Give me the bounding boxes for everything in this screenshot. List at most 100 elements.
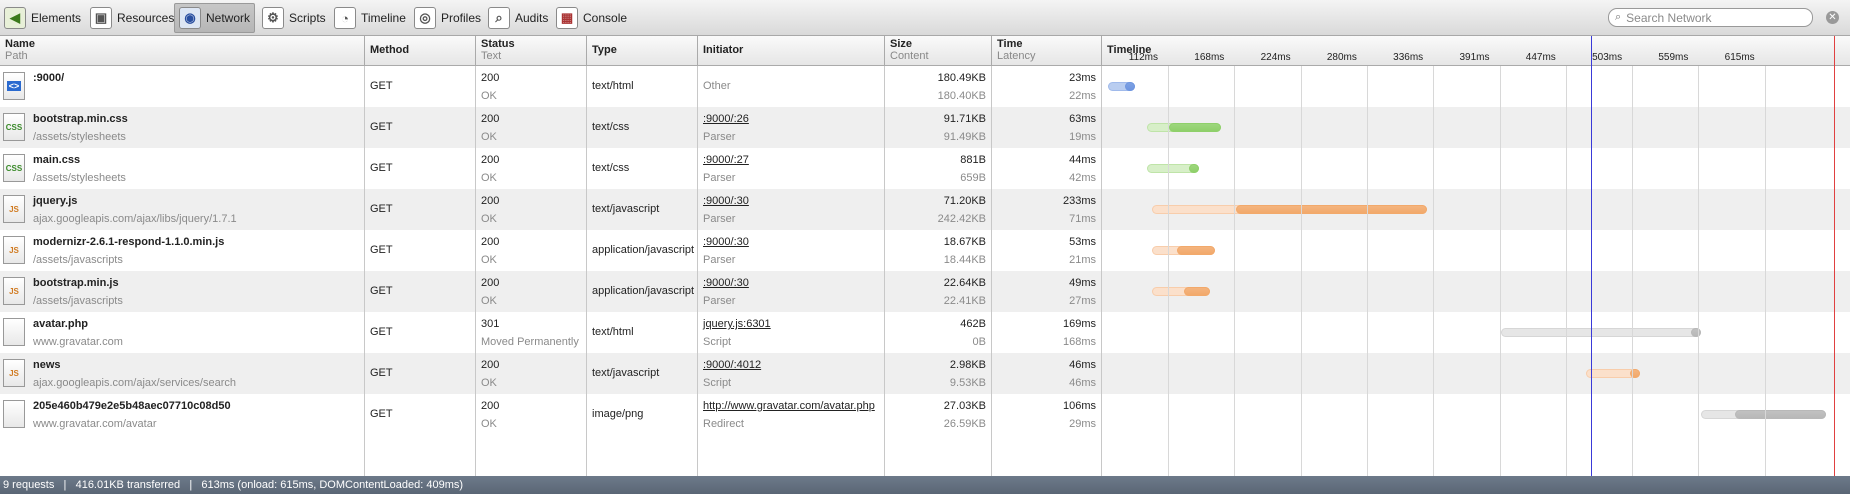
method-cell: GET — [365, 353, 476, 394]
table-row[interactable]: JS modernizr-2.6.1-respond-1.1.0.min.js/a… — [0, 230, 1850, 271]
total-time: 233ms — [1062, 195, 1096, 207]
status-code: 200 — [481, 359, 500, 371]
initiator-link[interactable]: jquery.js:6301 — [703, 317, 884, 331]
content-size: 659B — [960, 172, 986, 184]
tab-elements[interactable]: ◀ Elements — [0, 3, 85, 33]
status-text: OK — [481, 172, 497, 184]
table-row[interactable]: <>:9000/GET 200 OK text/html Other 180.49KB 18… — [0, 66, 1850, 107]
content-size: 26.59KB — [943, 418, 986, 430]
timeline-bar[interactable] — [1152, 287, 1210, 296]
method-cell: GET — [365, 107, 476, 148]
resource-path: /assets/stylesheets — [33, 131, 126, 143]
table-row[interactable]: JS jquery.js ajax.googleapis.com/ajax/libs… — [0, 189, 1850, 230]
initiator-link[interactable]: http://www.gravatar.com/avatar.php — [703, 399, 884, 413]
column-header-type[interactable]: Type — [587, 36, 698, 65]
timeline-tick-label: 559ms — [1658, 52, 1689, 63]
grid-header: Name Path Method Status Text Type Initia… — [0, 36, 1850, 66]
table-row[interactable]: CSS bootstrap.min.css/assets/stylesheets G… — [0, 107, 1850, 148]
column-divider — [991, 435, 992, 476]
initiator-type: Parser — [703, 131, 736, 143]
column-divider — [364, 435, 365, 476]
timeline-bar[interactable] — [1108, 82, 1135, 91]
method-value: GET — [370, 80, 393, 92]
timeline-bar[interactable] — [1152, 205, 1427, 214]
tab-label: Scripts — [289, 11, 326, 25]
tab-profiles[interactable]: ◎ Profiles — [410, 3, 485, 33]
initiator-link[interactable]: :9000/:4012 — [703, 358, 884, 372]
tab-network[interactable]: ◉ Network — [174, 3, 256, 33]
mime-type: application/javascript — [592, 244, 695, 256]
column-header-initiator[interactable]: Initiator — [698, 36, 885, 65]
status-text: OK — [481, 254, 497, 266]
profiles-icon: ◎ — [414, 7, 436, 29]
name-cell[interactable]: JS news ajax.googleapis.com/ajax/services/… — [0, 353, 365, 394]
close-icon[interactable]: ✕ — [1826, 11, 1839, 24]
timeline-gridline — [1433, 66, 1434, 476]
scripts-icon: ⚙ — [262, 7, 284, 29]
time-cell: 49ms 27ms — [992, 271, 1102, 312]
toolbar: ◀ Elements ▣ Resources ◉ Network ⚙ Scripts ◔ Time… — [0, 0, 1850, 36]
timeline-bar[interactable] — [1152, 246, 1215, 255]
js-file-icon: JS — [3, 236, 25, 264]
tab-scripts[interactable]: ⚙ Scripts — [258, 3, 330, 33]
total-time: 44ms — [1069, 154, 1096, 166]
name-cell[interactable]: <>:9000/ — [0, 66, 365, 107]
column-header-time[interactable]: Time Latency — [992, 36, 1102, 65]
content-size: 18.44KB — [943, 254, 986, 266]
name-cell[interactable]: JS modernizr-2.6.1-respond-1.1.0.min.js/a… — [0, 230, 365, 271]
initiator-link[interactable]: :9000/:30 — [703, 194, 884, 208]
table-row[interactable]: avatar.php www.gravatar.com GET 301 Moved Pe… — [0, 312, 1850, 353]
resource-name: main.css — [33, 154, 81, 166]
transfer-size: 2.98KB — [949, 359, 986, 371]
tab-console[interactable]: ▦ Console — [552, 3, 631, 33]
name-cell[interactable]: avatar.php www.gravatar.com — [0, 312, 365, 353]
timeline-bar[interactable] — [1147, 164, 1199, 173]
initiator-link[interactable]: :9000/:26 — [703, 112, 884, 126]
tab-resources[interactable]: ▣ Resources — [86, 3, 178, 33]
download-segment — [1691, 328, 1701, 337]
table-row[interactable]: JS news ajax.googleapis.com/ajax/services/… — [0, 353, 1850, 394]
tab-label: Audits — [515, 11, 549, 25]
name-cell[interactable]: JS jquery.js ajax.googleapis.com/ajax/libs… — [0, 189, 365, 230]
initiator-text: Other — [703, 80, 731, 92]
total-time: 23ms — [1069, 72, 1096, 84]
column-header-status[interactable]: Status Text — [476, 36, 587, 65]
search-field[interactable]: ⌕ — [1608, 8, 1813, 27]
timeline-bar[interactable] — [1147, 123, 1221, 132]
timeline-bar[interactable] — [1501, 328, 1701, 337]
initiator-link[interactable]: :9000/:27 — [703, 153, 884, 167]
transfer-size: 27.03KB — [943, 400, 986, 412]
mime-type: image/png — [592, 408, 644, 420]
tab-timeline[interactable]: ◔ Timeline — [330, 3, 410, 33]
onload-marker — [1834, 36, 1835, 494]
domcontentloaded-marker — [1591, 36, 1592, 494]
name-cell[interactable]: CSS bootstrap.min.css/assets/stylesheets — [0, 107, 365, 148]
initiator-type: Redirect — [703, 418, 744, 430]
column-header-size[interactable]: Size Content — [885, 36, 992, 65]
table-row[interactable]: CSS main.css/assets/stylesheets GET 200 OK te… — [0, 148, 1850, 189]
column-header-name[interactable]: Name Path — [0, 36, 365, 65]
status-code: 200 — [481, 236, 500, 248]
tab-audits[interactable]: ⌕ Audits — [484, 3, 552, 33]
column-header-method[interactable]: Method — [365, 36, 476, 65]
name-cell[interactable]: 205e460b479e2e5b48aec07710c08d50 www.grav… — [0, 394, 365, 435]
initiator-link[interactable]: :9000/:30 — [703, 235, 884, 249]
timeline-bar[interactable] — [1701, 410, 1826, 419]
resource-name: avatar.php — [33, 318, 89, 330]
name-cell[interactable]: CSS main.css/assets/stylesheets — [0, 148, 365, 189]
type-cell: text/css — [587, 107, 698, 148]
resource-path: /assets/stylesheets — [33, 172, 126, 184]
status-code: 200 — [481, 277, 500, 289]
search-input[interactable] — [1624, 9, 1799, 26]
status-code: 200 — [481, 72, 500, 84]
name-cell[interactable]: JS bootstrap.min.js/assets/javascripts — [0, 271, 365, 312]
table-row[interactable]: JS bootstrap.min.js/assets/javascripts GET… — [0, 271, 1850, 312]
column-status-text-label: Text — [481, 50, 502, 62]
latency-time: 42ms — [1069, 172, 1096, 184]
size-cell: 18.67KB 18.44KB — [885, 230, 992, 271]
method-cell: GET — [365, 66, 476, 107]
table-row[interactable]: 205e460b479e2e5b48aec07710c08d50 www.grav… — [0, 394, 1850, 435]
initiator-link[interactable]: :9000/:30 — [703, 276, 884, 290]
grid-filler — [0, 435, 1850, 476]
column-status-label: Status — [481, 38, 515, 50]
